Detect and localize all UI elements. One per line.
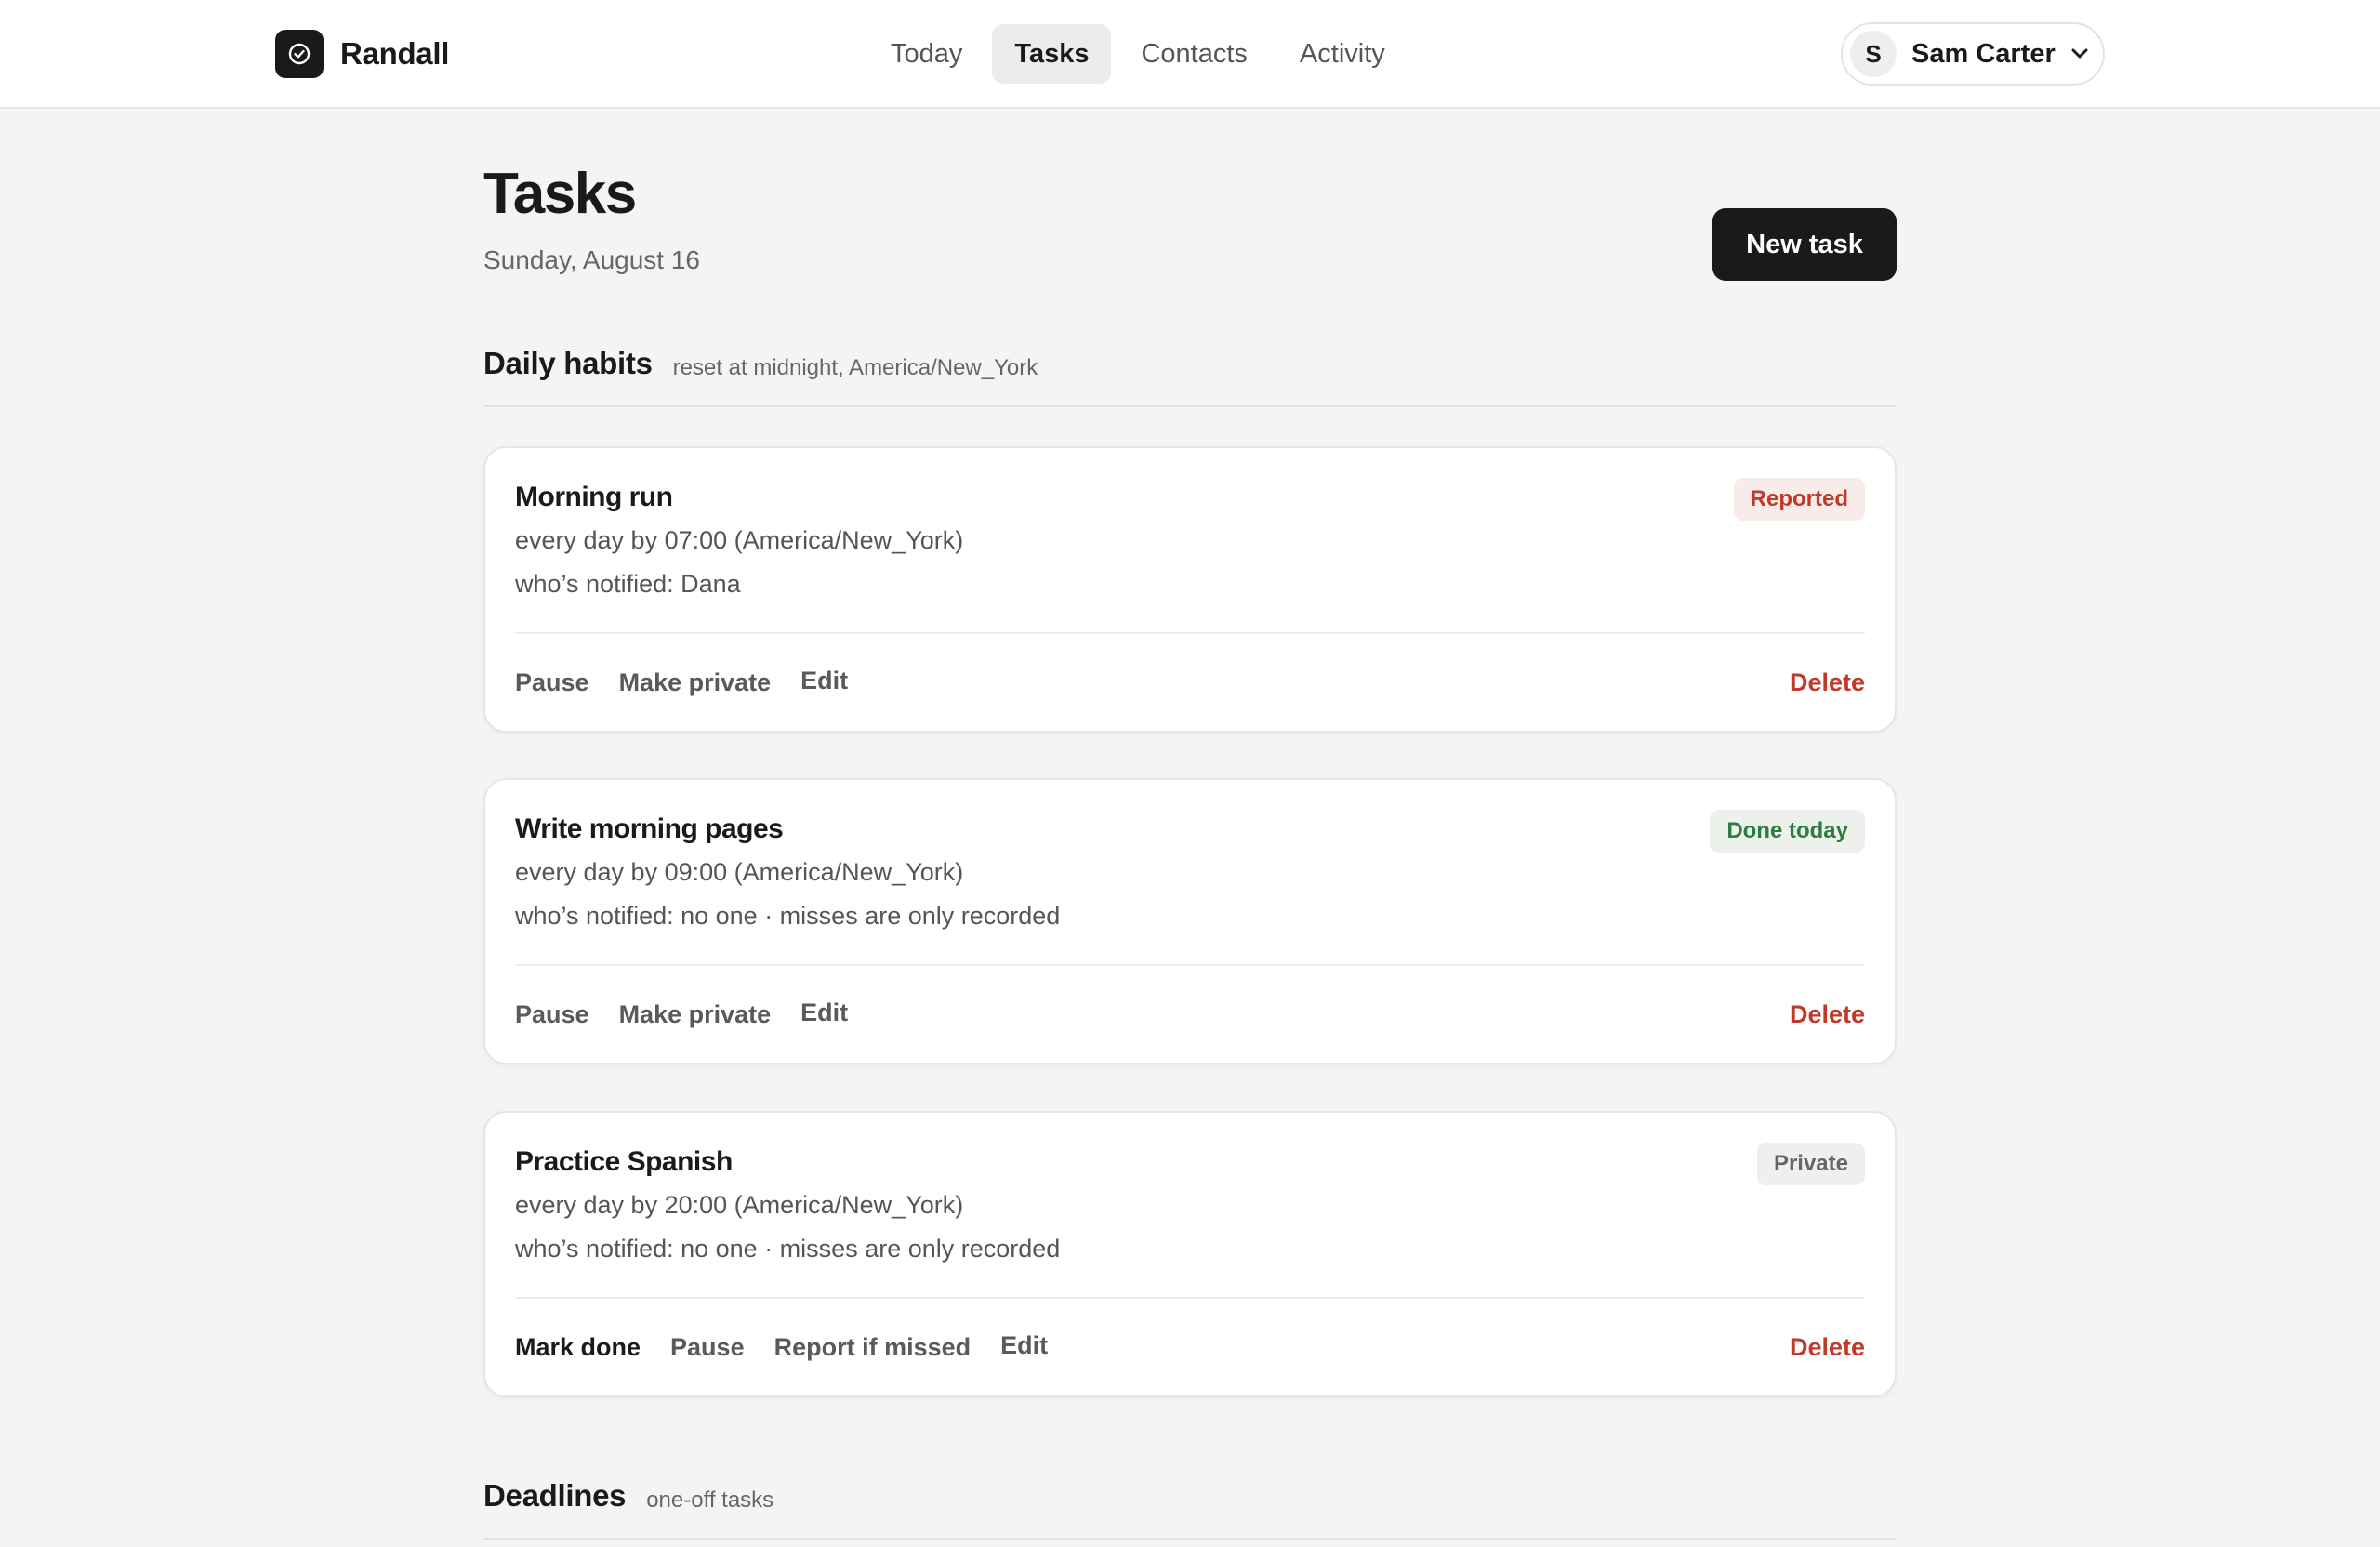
daily-habits-header: Daily habits reset at midnight, America/… [483, 340, 1897, 407]
delete-button[interactable]: Delete [1790, 1319, 1865, 1375]
divider [515, 632, 1865, 634]
habit-schedule: every day by 20:00 (America/New_York) [515, 1191, 964, 1219]
brand[interactable]: Randall [275, 30, 449, 78]
pause-button[interactable]: Pause [515, 668, 589, 697]
habit-schedule: every day by 07:00 (America/New_York) [515, 526, 964, 554]
habit-title: Morning run [515, 482, 673, 512]
habit-notified: who’s notified: no one · misses are only… [515, 1235, 1061, 1263]
edit-button[interactable]: Edit [800, 667, 848, 695]
check-circle-icon [275, 30, 324, 78]
habit-schedule: every day by 09:00 (America/New_York) [515, 858, 964, 886]
status-badge: Reported [1733, 478, 1865, 521]
make-private-button[interactable]: Make private [619, 668, 772, 697]
tab-today[interactable]: Today [868, 24, 985, 84]
status-badge: Done today [1710, 810, 1865, 853]
delete-button[interactable]: Delete [1790, 986, 1865, 1042]
deadlines-header: Deadlines one-off tasks [483, 1473, 1897, 1540]
habit-title: Write morning pages [515, 813, 784, 844]
new-task-button[interactable]: New task [1712, 208, 1897, 281]
habit-card: Morning run every day by 07:00 (America/… [483, 446, 1897, 733]
user-name: Sam Carter [1911, 38, 2056, 69]
top-navigation-bar: Randall Today Tasks Contacts Activity S … [0, 0, 2380, 109]
tab-tasks[interactable]: Tasks [992, 24, 1112, 84]
app-name: Randall [340, 36, 450, 71]
habit-title: Practice Spanish [515, 1146, 733, 1177]
section-subtitle: reset at midnight, America/New_York [672, 355, 1038, 380]
habit-actions: Mark done Pause Report if missed Edit [515, 1319, 1078, 1375]
status-badge: Private [1756, 1143, 1865, 1185]
habit-actions: Pause Make private Edit [515, 654, 878, 710]
page-title: Tasks [483, 162, 637, 226]
habit-card: Practice Spanish every day by 20:00 (Ame… [483, 1111, 1897, 1397]
habit-card: Write morning pages every day by 09:00 (… [483, 778, 1897, 1064]
pause-button[interactable]: Pause [670, 1333, 745, 1362]
habit-actions: Pause Make private Edit [515, 986, 878, 1042]
report-if-missed-button[interactable]: Report if missed [774, 1333, 972, 1362]
edit-button[interactable]: Edit [800, 998, 848, 1027]
section-title: Deadlines [483, 1478, 627, 1513]
divider [515, 964, 1865, 966]
divider [515, 1297, 1865, 1299]
tab-contacts[interactable]: Contacts [1118, 24, 1269, 84]
avatar: S [1850, 31, 1897, 77]
section-subtitle: one-off tasks [646, 1488, 774, 1513]
mark-done-button[interactable]: Mark done [515, 1333, 641, 1362]
make-private-button[interactable]: Make private [619, 1000, 772, 1029]
page-date: Sunday, August 16 [483, 245, 700, 274]
tab-activity[interactable]: Activity [1277, 24, 1408, 84]
delete-button[interactable]: Delete [1790, 654, 1865, 710]
main-nav: Today Tasks Contacts Activity [868, 24, 1415, 84]
section-title: Daily habits [483, 346, 653, 380]
edit-button[interactable]: Edit [1000, 1331, 1048, 1360]
pause-button[interactable]: Pause [515, 1000, 589, 1029]
chevron-down-icon [2070, 47, 2089, 60]
user-menu-button[interactable]: S Sam Carter [1841, 22, 2105, 86]
habit-notified: who’s notified: no one · misses are only… [515, 902, 1061, 930]
habit-notified: who’s notified: Dana [515, 570, 741, 598]
